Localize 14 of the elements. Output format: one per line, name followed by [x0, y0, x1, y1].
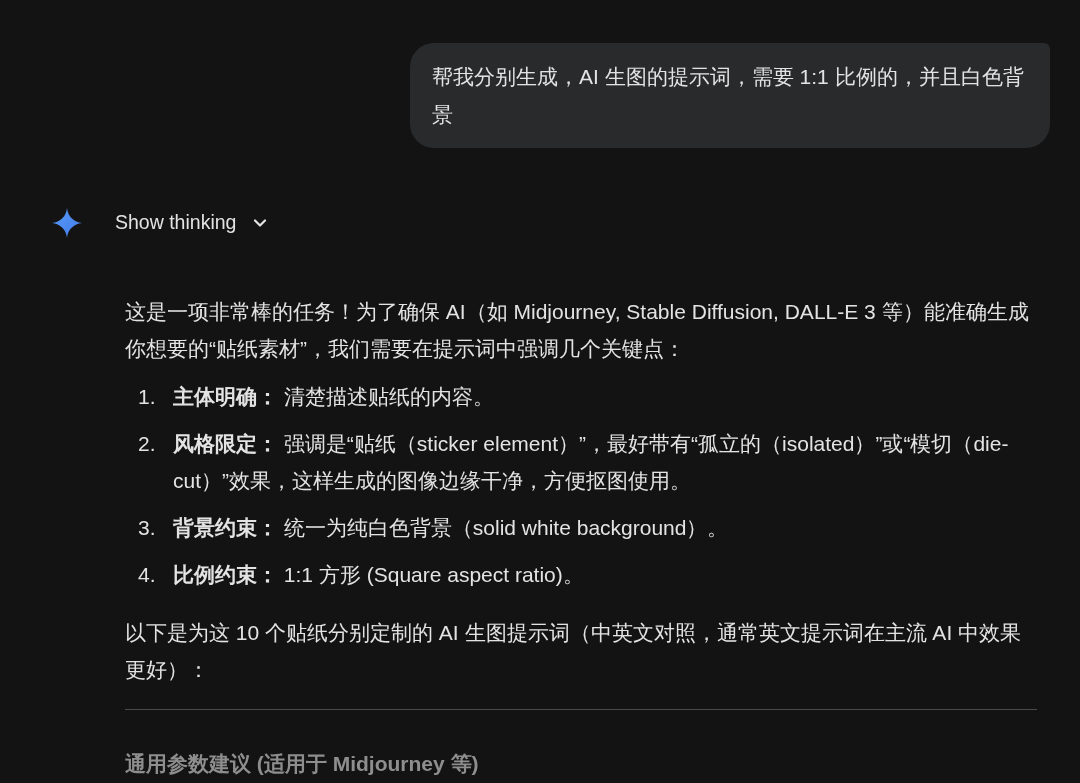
list-item-text: 比例约束： 1:1 方形 (Square aspect ratio)。 [173, 562, 584, 588]
list-item-text: 风格限定： 强调是“贴纸（sticker element）”，最好带有“孤立的（isolated）”或“模切（die-cut）”效果，这样生成的图像边缘干净，方便抠图使用。 [173, 431, 1010, 494]
response-paragraph: 这是一项非常棒的任务！为了确保 AI（如 Midjourney, Stable Diffusion, DALL-E 3 等）能准确生成你想要的“贴纸素材”，我们需要在提示词中强调几个关键点： [125, 299, 1030, 362]
section-heading: 通用参数建议 (适用于 Midjourney 等) [125, 751, 479, 777]
show-thinking-toggle[interactable]: Show thinking [115, 208, 271, 238]
list-number: 4. [137, 562, 157, 588]
list-number: 1. [137, 384, 157, 410]
list-number: 2. [137, 431, 157, 457]
sparkle-icon [52, 208, 82, 238]
list-number: 3. [137, 515, 157, 541]
user-message-text: 帮我分别生成，AI 生图的提示词，需要 1:1 比例的，并且白色背景 [432, 64, 1025, 128]
list-item-text: 背景约束： 统一为纯白色背景（solid white background）。 [173, 515, 729, 541]
list-item-text: 主体明确： 清楚描述贴纸的内容。 [173, 384, 494, 410]
response-paragraph: 以下是为这 10 个贴纸分别定制的 AI 生图提示词（中英文对照，通常英文提示词在主流 AI 中效果更好）： [125, 620, 1023, 683]
